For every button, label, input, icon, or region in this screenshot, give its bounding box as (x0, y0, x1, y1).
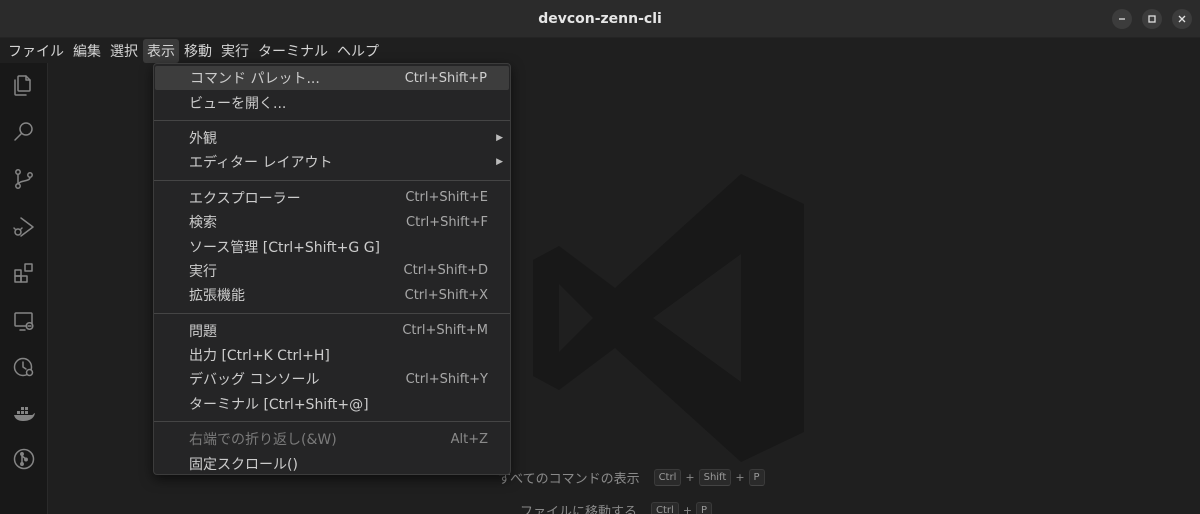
menu-separator (154, 421, 510, 423)
menu-item[interactable]: 問題 Ctrl+Shift+M (154, 319, 510, 343)
menu-item[interactable]: ターミナル [Ctrl+Shift+@] (154, 392, 510, 416)
window-title: devcon-zenn-cli (538, 10, 662, 27)
menu-item-label: 検索 (189, 215, 217, 232)
menu-item-shortcut: Ctrl+Shift+P (404, 70, 487, 86)
menubar-item[interactable]: 実行 (217, 39, 253, 63)
extensions-icon[interactable] (12, 261, 36, 285)
title-bar: devcon-zenn-cli (0, 0, 1200, 38)
menu-bar: ファイル 編集 選択 表示 移動 実行 ターミナル ヘルプ (0, 38, 1200, 63)
keycap: Shift (698, 469, 732, 486)
menu-item-shortcut: Ctrl+Shift+X (404, 287, 488, 303)
menu-item-label: 問題 (189, 323, 217, 340)
vscode-logo-watermark-icon (533, 174, 804, 462)
maximize-icon (1148, 15, 1156, 23)
show-all-commands-hint: すべてのコマンドの表示 Ctrl + Shift + P (498, 468, 767, 487)
key-plus: + (685, 471, 695, 484)
source-control-icon[interactable] (12, 167, 36, 191)
minimize-icon (1119, 18, 1125, 20)
menu-separator (154, 179, 510, 181)
explorer-icon[interactable] (12, 73, 36, 97)
menu-item-label: 外観 (189, 130, 217, 147)
menu-item-shortcut: Ctrl+Shift+F (406, 214, 488, 230)
timeline-icon[interactable] (12, 355, 36, 379)
window-controls (1112, 9, 1192, 29)
close-icon (1178, 15, 1186, 23)
menu-item[interactable]: 固定スクロール() (154, 451, 510, 475)
menubar-item[interactable]: 選択 (106, 39, 142, 63)
submenu-arrow-icon: ▶ (496, 157, 503, 168)
menu-item-label: ソース管理 [Ctrl+Shift+G G] (189, 239, 381, 256)
menu-item[interactable]: エクスプローラー Ctrl+Shift+E (154, 186, 510, 210)
menu-item[interactable]: 右端での折り返し(&W) Alt+Z (154, 427, 510, 451)
git-graph-icon[interactable] (12, 447, 36, 471)
activity-bar (0, 63, 48, 514)
menubar-item[interactable]: ヘルプ (333, 39, 383, 63)
menu-item[interactable]: デバッグ コンソール Ctrl+Shift+Y (154, 367, 510, 391)
menu-item[interactable]: エディター レイアウト ▶ (154, 150, 510, 174)
menu-item[interactable]: コマンド パレット... Ctrl+Shift+P (155, 66, 509, 91)
menu-item-shortcut: Alt+Z (450, 431, 488, 447)
menu-item[interactable]: ソース管理 [Ctrl+Shift+G G] (154, 234, 510, 258)
menu-item-label: 出力 [Ctrl+K Ctrl+H] (189, 348, 330, 365)
menu-item-label: 右端での折り返し(&W) (189, 432, 337, 449)
menu-item-label: エディター レイアウト (189, 155, 333, 172)
maximize-button[interactable] (1142, 9, 1162, 29)
menu-item[interactable]: 実行 Ctrl+Shift+D (154, 259, 510, 283)
menu-item-label: ビューを開く... (189, 95, 287, 112)
menu-item-label: 拡張機能 (189, 288, 245, 305)
submenu-arrow-icon: ▶ (496, 132, 503, 143)
keycap: Ctrl (653, 469, 682, 486)
view-menu-dropdown: コマンド パレット... Ctrl+Shift+P ビューを開く... 外観 ▶ エディタ… (153, 63, 511, 475)
hint-label: すべてのコマンドの表示 (498, 472, 640, 487)
menu-item[interactable]: 外観 ▶ (154, 126, 510, 150)
menu-item-label: 実行 (189, 263, 217, 280)
hint-label: ファイルに移動する (520, 505, 638, 514)
search-icon[interactable] (12, 119, 36, 143)
menu-separator (154, 312, 510, 314)
menubar-item[interactable]: 編集 (69, 39, 105, 63)
menu-item[interactable]: 検索 Ctrl+Shift+F (154, 210, 510, 234)
menubar-item[interactable]: 移動 (180, 39, 216, 63)
remote-explorer-icon[interactable] (12, 309, 36, 333)
menu-item-shortcut: Ctrl+Shift+D (403, 263, 488, 279)
keycap: P (696, 502, 713, 514)
keycap: P (748, 469, 765, 486)
menu-item-label: 固定スクロール() (189, 456, 298, 473)
keycap: Ctrl (651, 502, 679, 514)
close-button[interactable] (1172, 9, 1192, 29)
menu-item-label: ターミナル [Ctrl+Shift+@] (189, 396, 369, 413)
run-debug-icon[interactable] (12, 215, 36, 239)
menu-item-label: デバッグ コンソール (189, 372, 320, 389)
menu-item[interactable]: ビューを開く... (154, 90, 510, 114)
menu-item-label: エクスプローラー (189, 190, 301, 207)
menu-item[interactable]: 出力 [Ctrl+K Ctrl+H] (154, 343, 510, 367)
menu-item-shortcut: Ctrl+Shift+Y (405, 371, 488, 387)
go-to-file-hint: ファイルに移動する Ctrl + P (520, 501, 714, 514)
menu-item-label: コマンド パレット... (190, 71, 320, 88)
menubar-item[interactable]: ファイル (4, 39, 68, 63)
menu-item-shortcut: Ctrl+Shift+E (405, 190, 488, 206)
menu-item[interactable]: 拡張機能 Ctrl+Shift+X (154, 283, 510, 307)
minimize-button[interactable] (1112, 9, 1132, 29)
menu-separator (154, 119, 510, 121)
menubar-item[interactable]: ターミナル (254, 39, 332, 63)
key-plus: + (735, 471, 745, 484)
menubar-item[interactable]: 表示 (143, 38, 179, 63)
docker-icon[interactable] (12, 401, 36, 425)
menu-item-shortcut: Ctrl+Shift+M (402, 323, 488, 339)
key-plus: + (682, 504, 693, 514)
